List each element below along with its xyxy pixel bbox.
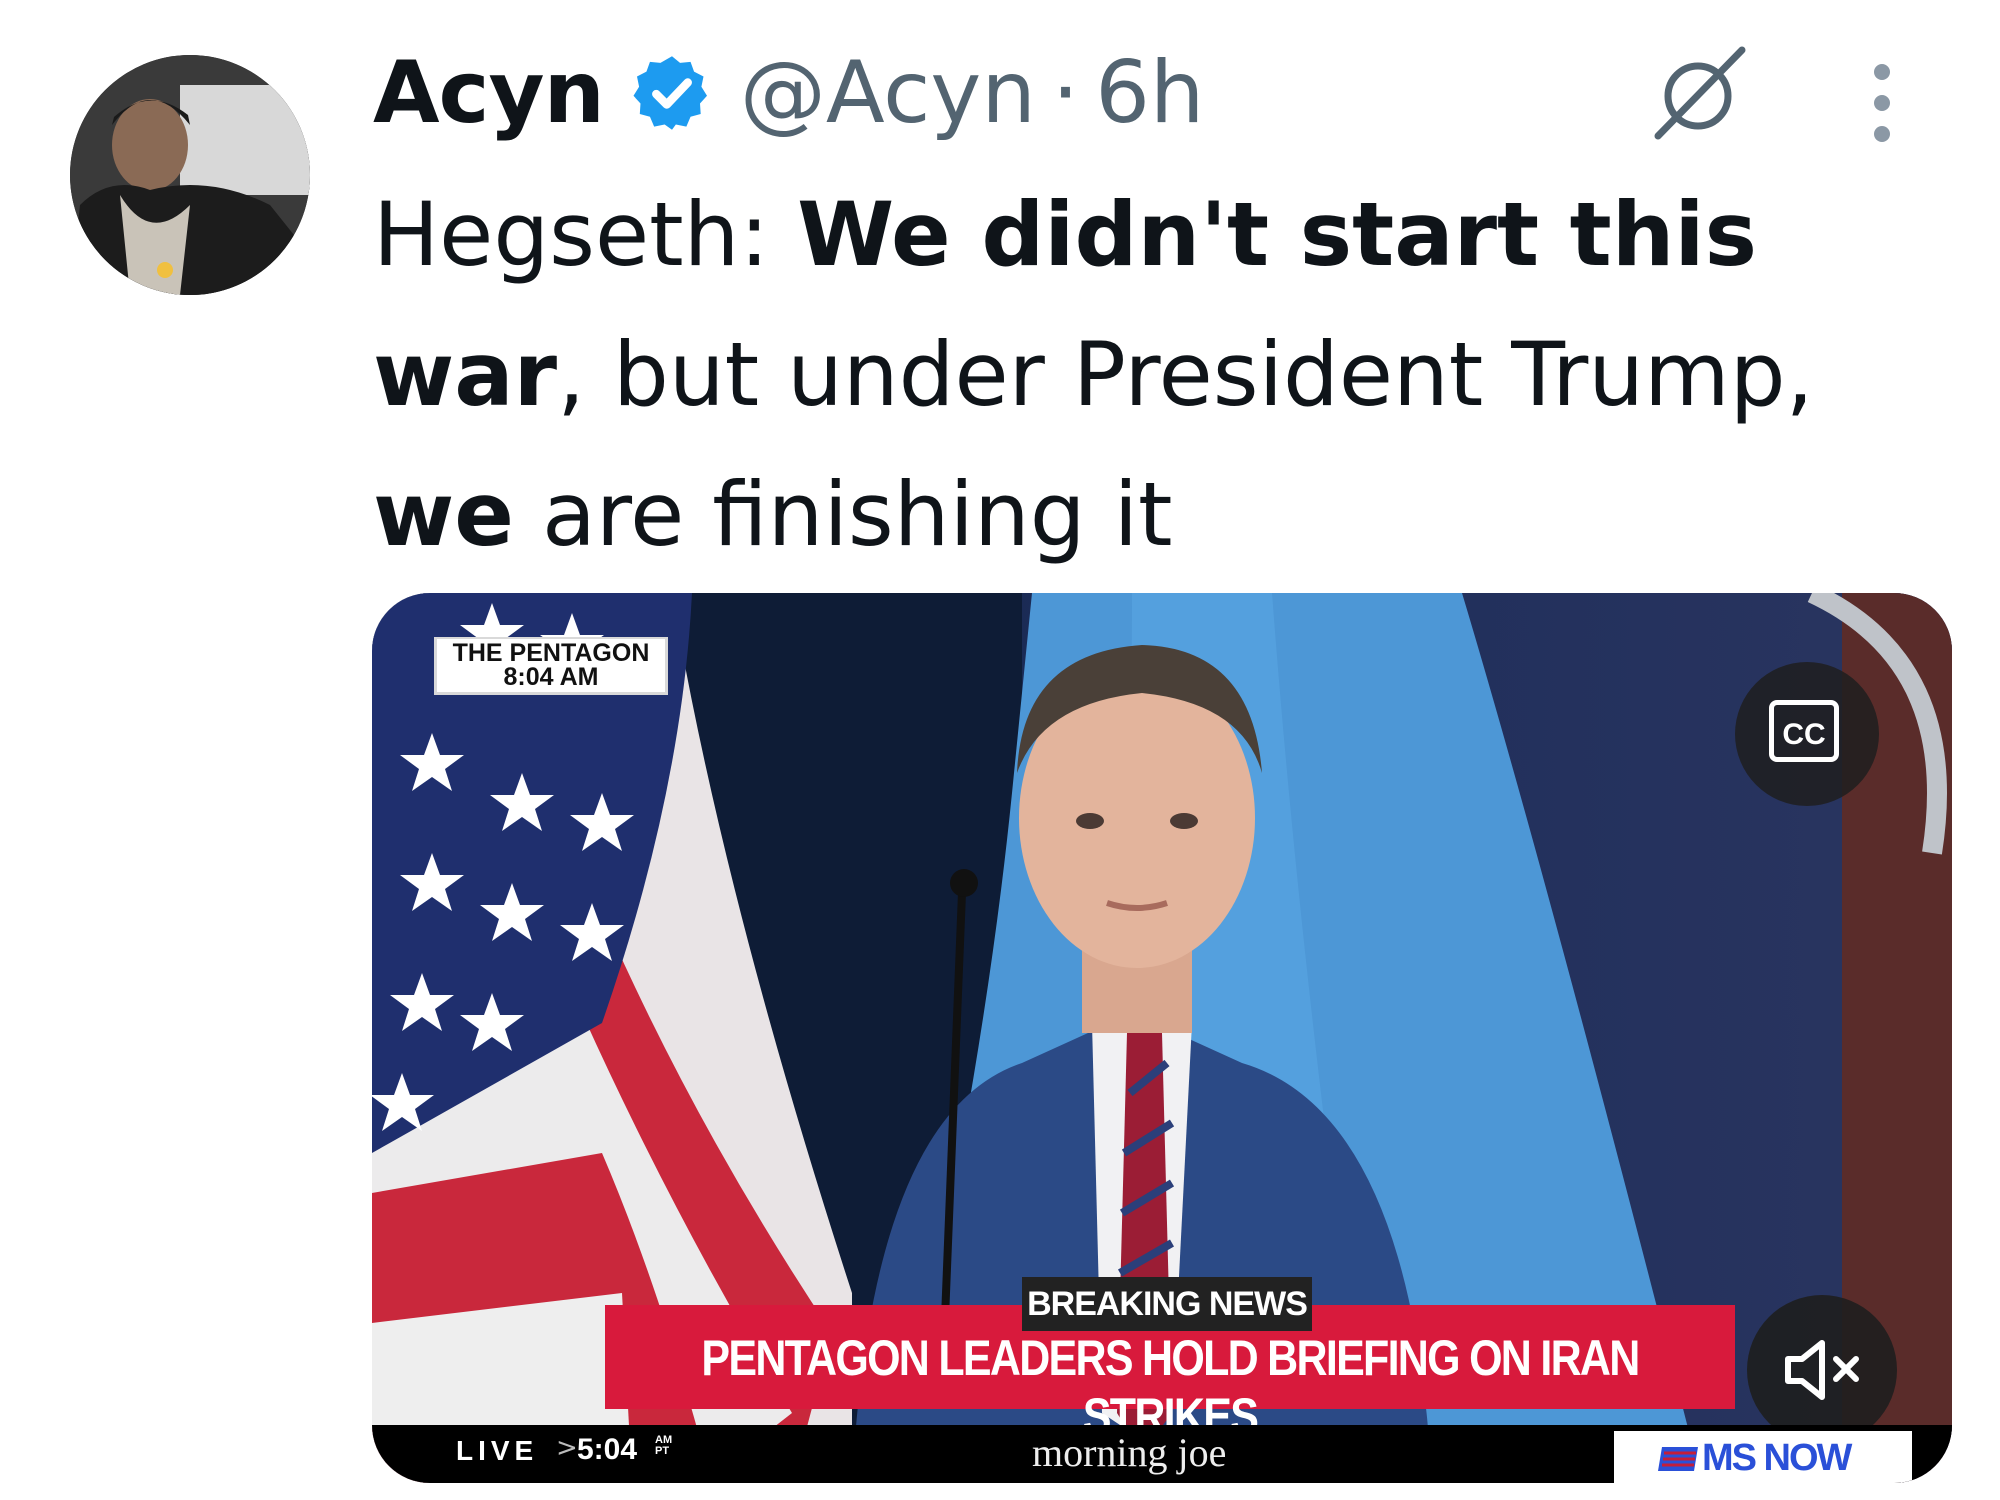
tweet-timestamp[interactable]: 6h	[1095, 43, 1204, 143]
tweet-text-part: are finishing it	[513, 463, 1173, 566]
breaking-news-label: BREAKING NEWS	[1022, 1277, 1312, 1331]
live-time: 5:04	[577, 1433, 638, 1466]
verified-badge-icon	[633, 56, 707, 130]
author-handle[interactable]: @Acyn	[740, 43, 1036, 143]
tweet-text-part: , but under President Trump,	[557, 323, 1814, 426]
location-time: 8:04 AM	[503, 663, 599, 691]
closed-captions-button[interactable]: CC	[1735, 662, 1879, 806]
tweet-header: Acyn @Acyn · 6h	[373, 38, 1204, 148]
video-player[interactable]: THE PENTAGON 8:04 AM CC PENTAGON LEADERS…	[372, 593, 1952, 1483]
closed-captions-icon: CC	[1769, 700, 1839, 762]
tweet-text-bold-part: we	[373, 463, 514, 566]
tweet-text: Hegseth: We didn't start this war, but u…	[373, 165, 1953, 585]
live-arrow: >	[556, 1433, 578, 1463]
network-flag-icon	[1658, 1447, 1698, 1471]
network-name: MS NOW	[1702, 1437, 1852, 1479]
live-label: LIVE	[456, 1435, 539, 1466]
grok-icon[interactable]	[1650, 42, 1750, 142]
show-name: morning joe	[1032, 1430, 1227, 1475]
live-timezone: AM PT	[655, 1435, 672, 1457]
location-label: THE PENTAGON 8:04 AM	[434, 637, 668, 695]
muted-speaker-icon	[1785, 1340, 1859, 1400]
ticker-bar: LIVE > 5:04 AM PT morning joe MS NOW	[372, 1425, 1952, 1483]
mute-toggle-button[interactable]	[1747, 1295, 1897, 1445]
avatar-image	[70, 55, 310, 295]
live-tz: PT	[655, 1445, 670, 1457]
author-avatar[interactable]	[70, 55, 310, 295]
header-separator: ·	[1051, 43, 1080, 143]
more-options-icon[interactable]	[1868, 58, 1896, 148]
tweet-text-part: Hegseth:	[373, 183, 798, 286]
network-logo: MS NOW	[1614, 1431, 1912, 1483]
author-name[interactable]: Acyn	[373, 43, 605, 143]
